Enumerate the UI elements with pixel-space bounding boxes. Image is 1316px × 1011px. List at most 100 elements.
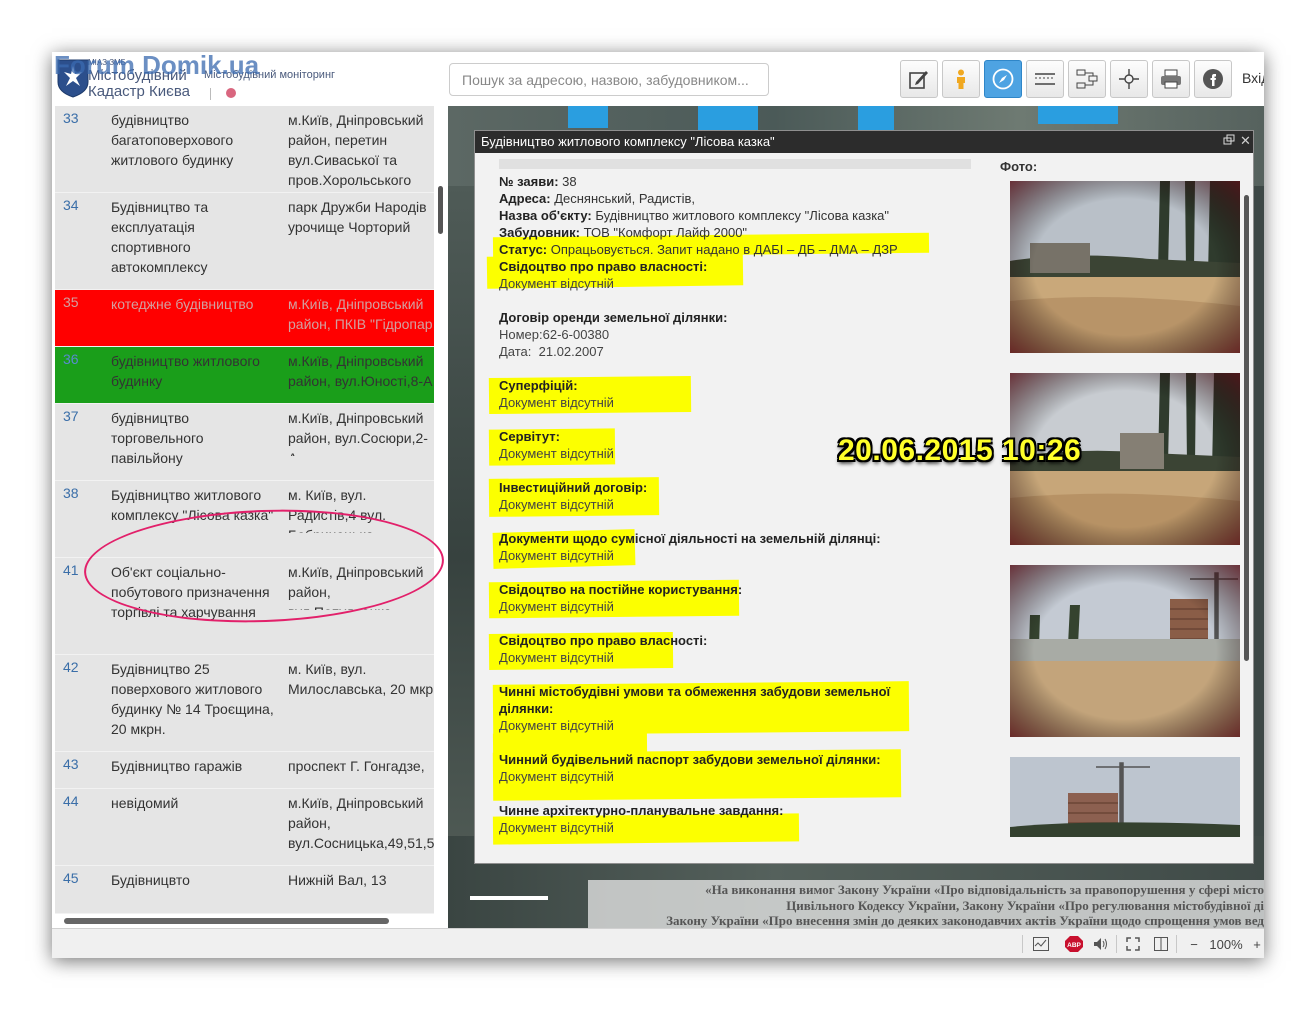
status-dot-icon xyxy=(226,88,236,98)
item-number: 42 xyxy=(63,659,79,675)
map-parcel xyxy=(858,106,894,132)
ownership-label: Свідоцтво про право власності: xyxy=(499,259,708,274)
legal-line: Цивільного Кодексу України, Закону Украї… xyxy=(786,898,1264,913)
sidebar-horizontal-scrollbar[interactable] xyxy=(64,918,389,924)
popup-body: № заяви: 38 Адреса: Деснянський, Радисті… xyxy=(475,153,1253,863)
item-address: м. Київ, вул. Радистів,4 вул. Бобринецьк… xyxy=(288,487,387,533)
document-value: Документ відсутній xyxy=(499,599,614,614)
popup-vertical-scrollbar[interactable] xyxy=(1244,195,1249,661)
adblock-button[interactable]: ABP xyxy=(1064,935,1084,953)
list-item[interactable]: 42 Будівництво 25 поверхового житлового … xyxy=(55,655,434,752)
objects-list: 33 будівництво багатоповерхового житлово… xyxy=(55,106,434,914)
document-label: Свідоцтво про право власності: xyxy=(499,633,708,648)
split-view-button[interactable] xyxy=(1152,935,1170,953)
list-item[interactable]: 41 Об'єкт соціально-побутового призначен… xyxy=(55,558,434,655)
item-number: 38 xyxy=(63,485,79,501)
document-label: Інвестиційний договір: xyxy=(499,480,648,495)
item-title: невідомий xyxy=(111,795,179,811)
document-value: Документ відсутній xyxy=(499,820,614,835)
adblock-label: ABP xyxy=(1067,942,1081,949)
item-title: Будівництво гаражів xyxy=(111,758,243,774)
layers-button[interactable] xyxy=(1068,60,1106,98)
list-item[interactable]: 35 котеджне будівництво м.Київ, Дніпровс… xyxy=(55,290,434,347)
item-title: котеджне будівництво xyxy=(111,296,254,312)
map-scale-bar xyxy=(470,896,548,900)
status-separator xyxy=(1176,935,1177,953)
document-value: Документ відсутній xyxy=(499,769,614,784)
volume-icon xyxy=(1094,938,1107,950)
document-value: Документ відсутній xyxy=(499,395,614,410)
fullscreen-icon xyxy=(1126,937,1140,951)
document-label: Свідоцтво на постійне користування: xyxy=(499,582,743,597)
document-value: Документ відсутній xyxy=(499,497,614,512)
item-number: 37 xyxy=(63,408,79,424)
item-address: Нижній Вал, 13 xyxy=(288,872,387,888)
item-number: 33 xyxy=(63,110,79,126)
edit-button[interactable] xyxy=(900,60,938,98)
info-value: 38 xyxy=(562,174,577,189)
legal-notice: «На виконання вимог Закону України «Про … xyxy=(588,880,1264,928)
construction-photo[interactable] xyxy=(1010,757,1240,837)
volume-button[interactable] xyxy=(1092,935,1110,953)
document-label: Сервітут: xyxy=(499,429,560,444)
info-line: Забудовник: ТОВ "Комфорт Лайф 2000" xyxy=(499,224,747,241)
document-value: Документ відсутній xyxy=(499,718,614,733)
item-address: м.Київ, Дніпровський район, вул.Юності,8… xyxy=(288,353,433,389)
photo-label: Фото: xyxy=(1000,159,1038,174)
item-title: будівництво багатоповерхового житлового … xyxy=(111,112,234,168)
item-number: 45 xyxy=(63,870,79,886)
list-item[interactable]: 38 Будівництво житлового комплексу "Лісо… xyxy=(55,481,434,558)
layers-icon xyxy=(1076,69,1098,89)
navigation-button[interactable] xyxy=(984,60,1022,98)
browser-status-bar: ABP − 100% + xyxy=(52,928,1264,958)
print-button[interactable] xyxy=(1152,60,1190,98)
construction-photo[interactable] xyxy=(1010,181,1240,353)
lease-date: Дата: 21.02.2007 xyxy=(499,344,604,359)
locate-button[interactable] xyxy=(1110,60,1148,98)
zoom-in-button[interactable]: + xyxy=(1250,935,1264,953)
item-title: Будівництво житлового комплексу "Лісова … xyxy=(111,487,274,523)
list-item[interactable]: 37 будівництво торговельного павільйону … xyxy=(55,404,434,481)
info-label: Назва об'єкту: xyxy=(499,208,592,223)
sidebar-vertical-scrollbar[interactable] xyxy=(438,186,443,234)
list-item[interactable]: 33 будівництво багатоповерхового житлово… xyxy=(55,106,434,193)
item-address: м. Київ, вул. Милославська, 20 мкр xyxy=(288,661,434,697)
list-item[interactable]: 34 Будівництво та експлуатація спортивно… xyxy=(55,193,434,290)
info-line: Адреса: Деснянський, Радистів, xyxy=(499,190,695,207)
list-item[interactable]: 44 невідомий м.Київ, Дніпровський район,… xyxy=(55,789,434,866)
list-item[interactable]: 45 Будівницвто Нижній Вал, 13 xyxy=(55,866,434,914)
restore-icon[interactable] xyxy=(1223,134,1235,146)
info-value: ТОВ "Комфорт Лайф 2000" xyxy=(583,225,748,240)
list-item[interactable]: 43 Будівництво гаражів проспект Г. Гонга… xyxy=(55,752,434,789)
item-number: 41 xyxy=(63,562,79,578)
app-header: МІАЗ ЗМБ Містобудівний Кадастр Києва Міс… xyxy=(52,52,1264,106)
construction-photo[interactable] xyxy=(1010,565,1240,737)
header-separator xyxy=(210,88,211,100)
item-title: Будівницвто xyxy=(111,872,190,888)
facebook-icon xyxy=(1203,69,1223,89)
popup-titlebar: Будівництво житлового комплексу "Лісова … xyxy=(475,131,1253,153)
document-value: Документ відсутній xyxy=(499,548,614,563)
close-icon[interactable]: ✕ xyxy=(1240,133,1251,149)
status-separator xyxy=(1022,935,1023,953)
facebook-button[interactable] xyxy=(1194,60,1232,98)
browser-viewport: МІАЗ ЗМБ Містобудівний Кадастр Києва Міс… xyxy=(52,52,1264,958)
adblock-icon: ABP xyxy=(1065,936,1083,952)
zoom-out-button[interactable]: − xyxy=(1186,935,1202,953)
search-input[interactable] xyxy=(449,63,769,96)
document-label: Чинне архітектурно-планувальне завдання: xyxy=(499,803,784,818)
list-item[interactable]: 36 будівництво житлового будинку м.Київ,… xyxy=(55,347,434,404)
fullscreen-button[interactable] xyxy=(1124,935,1142,953)
street-view-button[interactable] xyxy=(942,60,980,98)
object-info-popup: Будівництво житлового комплексу "Лісова … xyxy=(474,130,1254,864)
activity-button[interactable] xyxy=(1032,935,1050,953)
map-parcel xyxy=(1038,106,1118,124)
forum-watermark: Forum Domik.ua xyxy=(54,52,260,80)
info-label: Статус: xyxy=(499,242,548,257)
measure-button[interactable] xyxy=(1026,60,1064,98)
legal-line: Закону України «Про внесення змін до дея… xyxy=(666,913,1264,928)
lease-number: Номер:62-6-00380 xyxy=(499,327,610,342)
login-link[interactable]: Вхід xyxy=(1242,70,1264,86)
map-area-left xyxy=(448,186,474,928)
info-line: Назва об'єкту: Будівництво житлового ком… xyxy=(499,207,889,224)
